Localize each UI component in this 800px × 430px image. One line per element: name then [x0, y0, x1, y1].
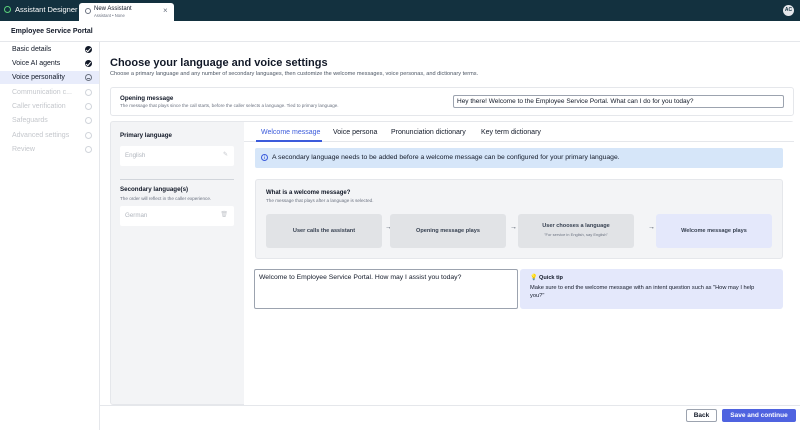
flow-step-label: User chooses a language	[542, 223, 610, 229]
footer-divider	[100, 405, 800, 406]
in-progress-icon	[85, 74, 92, 81]
explainer-hint: The message that plays after a language …	[266, 198, 374, 203]
browser-tab-new-assistant[interactable]: New Assistant Assistant • None ×	[79, 3, 174, 21]
sidebar-item-communication[interactable]: Communication c...	[0, 86, 99, 99]
sidebar-item-label: Advanced settings	[12, 132, 70, 139]
quick-tip-title: Quick tip	[539, 275, 563, 281]
pending-step-icon	[85, 146, 92, 153]
delete-trash-icon[interactable]: 🗑	[220, 212, 228, 218]
secondary-language-value: German	[125, 212, 148, 219]
tab-voice-persona[interactable]: Voice persona	[333, 129, 377, 136]
info-icon: i	[261, 154, 268, 161]
app-logo-icon	[4, 6, 11, 13]
app-brand: Assistant Designer	[4, 5, 78, 14]
pending-step-icon	[85, 103, 92, 110]
sidebar-item-label: Voice AI agents	[12, 60, 61, 67]
pending-step-icon	[85, 117, 92, 124]
sidebar-item-label: Communication c...	[12, 89, 72, 96]
check-done-icon	[85, 46, 92, 53]
flow-step-user-calls: User calls the assistant	[266, 214, 382, 248]
arrow-right-icon: →	[510, 224, 517, 231]
flow-step-opening-plays: Opening message plays	[390, 214, 506, 248]
sidebar-item-label: Basic details	[12, 46, 52, 53]
flow-step-label: User calls the assistant	[292, 228, 356, 234]
secondary-language-field[interactable]: German 🗑	[120, 206, 234, 226]
app-top-bar: Assistant Designer New Assistant Assista…	[0, 0, 800, 21]
close-tab-icon[interactable]: ×	[163, 7, 168, 15]
language-detail-panel: Welcome message Voice persona Pronunciat…	[244, 122, 794, 405]
edit-pencil-icon[interactable]: ✎	[223, 152, 228, 158]
check-done-icon	[85, 60, 92, 67]
welcome-message-explainer: What is a welcome message? The message t…	[255, 179, 783, 259]
tab-title: New Assistant	[94, 6, 132, 12]
lightbulb-icon: 💡	[530, 275, 538, 281]
sidebar-item-label: Voice personality	[12, 74, 65, 81]
opening-message-hint: The message that plays since the call st…	[120, 103, 339, 108]
language-divider	[120, 179, 234, 180]
tab-pronunciation-dictionary[interactable]: Pronunciation dictionary	[391, 129, 466, 136]
sidebar-item-label: Safeguards	[12, 117, 48, 124]
page-title: Choose your language and voice settings	[110, 57, 328, 69]
app-name: Assistant Designer	[15, 5, 78, 14]
arrow-right-icon: →	[648, 224, 655, 231]
secondary-language-hint: The order will reflect in the caller exp…	[120, 196, 212, 201]
secondary-language-label: Secondary language(s)	[120, 186, 189, 193]
tab-rule	[244, 141, 794, 142]
opening-message-label: Opening message	[120, 95, 174, 102]
quick-tip-text: Make sure to end the welcome message wit…	[530, 285, 755, 299]
tab-subtitle: Assistant • None	[94, 13, 125, 18]
sidebar-item-voice-personality[interactable]: Voice personality	[0, 71, 99, 84]
sidebar-item-caller-verification[interactable]: Caller verification	[0, 100, 99, 113]
flow-step-label: Opening message plays	[415, 228, 481, 234]
user-avatar[interactable]: AC	[783, 5, 794, 16]
info-banner: i A secondary language needs to be added…	[255, 148, 783, 168]
active-tab-indicator	[256, 140, 322, 142]
opening-message-card: Opening message The message that plays s…	[110, 87, 794, 116]
save-and-continue-button[interactable]: Save and continue	[722, 409, 796, 422]
welcome-message-input[interactable]: Welcome to Employee Service Portal. How …	[254, 269, 518, 309]
header-divider	[0, 41, 800, 42]
explainer-title: What is a welcome message?	[266, 190, 351, 196]
back-button[interactable]: Back	[686, 409, 717, 422]
portal-title: Employee Service Portal	[11, 28, 93, 35]
sidebar-item-advanced-settings[interactable]: Advanced settings	[0, 129, 99, 142]
primary-language-value: English	[125, 152, 146, 159]
sidebar-item-voice-ai-agents[interactable]: Voice AI agents	[0, 57, 99, 70]
language-settings-panel: Primary language English ✎ Secondary lan…	[110, 121, 794, 405]
pending-step-icon	[85, 132, 92, 139]
tab-welcome-message[interactable]: Welcome message	[261, 129, 320, 136]
quick-tip-box: 💡 Quick tip Make sure to end the welcome…	[520, 269, 783, 309]
sidebar-item-basic-details[interactable]: Basic details	[0, 43, 99, 56]
flow-step-sublabel: "For service in English, say English"	[544, 232, 608, 237]
flow-step-welcome-plays: Welcome message plays	[656, 214, 772, 248]
primary-language-label: Primary language	[120, 132, 172, 139]
flow-step-label: Welcome message plays	[681, 228, 747, 234]
pending-step-icon	[85, 89, 92, 96]
flow-step-user-chooses-language: User chooses a language "For service in …	[518, 214, 634, 248]
page-subtitle: Choose a primary language and any number…	[110, 71, 479, 77]
assistant-icon	[85, 8, 91, 14]
tab-key-term-dictionary[interactable]: Key term dictionary	[481, 129, 541, 136]
opening-message-input[interactable]: Hey there! Welcome to the Employee Servi…	[453, 95, 784, 108]
sidebar-item-label: Review	[12, 146, 35, 153]
info-banner-text: A secondary language needs to be added b…	[272, 154, 620, 161]
primary-language-field[interactable]: English ✎	[120, 146, 234, 166]
sidebar-item-review[interactable]: Review	[0, 143, 99, 156]
wizard-sidebar: Basic details Voice AI agents Voice pers…	[0, 42, 100, 430]
sidebar-item-safeguards[interactable]: Safeguards	[0, 114, 99, 127]
sidebar-item-label: Caller verification	[12, 103, 66, 110]
